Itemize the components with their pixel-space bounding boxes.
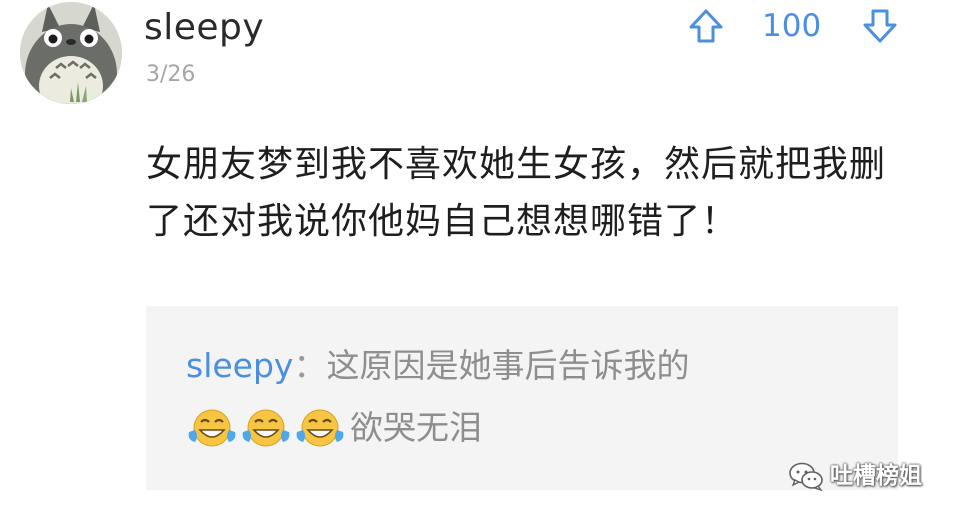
tears-of-joy-emoji-icon: [188, 409, 236, 447]
reply-text: 这原因是她事后告诉我的: [326, 346, 690, 385]
arrow-up-icon: [689, 9, 723, 43]
comment-date: 3/26: [146, 62, 196, 87]
reply-second-line: 欲哭无泪: [186, 404, 482, 452]
tears-of-joy-emoji-icon: [296, 409, 344, 447]
watermark: 吐槽榜姐: [788, 458, 922, 494]
reply-quote: sleepy：这原因是她事后告诉我的 欲哭无泪: [146, 306, 898, 490]
totoro-avatar-icon: [20, 2, 122, 104]
tears-of-joy-emoji-icon: [242, 409, 290, 447]
upvote-button[interactable]: [686, 6, 726, 46]
comment-screenshot: sleepy 3/26 100 女朋友梦到我不喜欢她生女孩，然后就把我删了还对我…: [0, 0, 960, 516]
vote-count: 100: [762, 8, 822, 44]
arrow-down-icon: [863, 9, 897, 43]
reply-text-2: 欲哭无泪: [350, 408, 482, 447]
comment-body: 女朋友梦到我不喜欢她生女孩，然后就把我删了还对我说你他妈自己想想哪错了！: [146, 144, 887, 242]
wechat-icon: [789, 462, 823, 491]
reply-colon: ：: [293, 346, 327, 385]
avatar[interactable]: [20, 2, 122, 104]
reply-first-line: sleepy：这原因是她事后告诉我的: [186, 344, 689, 388]
username[interactable]: sleepy: [144, 6, 264, 50]
downvote-button[interactable]: [860, 6, 900, 46]
watermark-text: 吐槽榜姐: [830, 463, 922, 489]
reply-author[interactable]: sleepy: [186, 346, 293, 385]
